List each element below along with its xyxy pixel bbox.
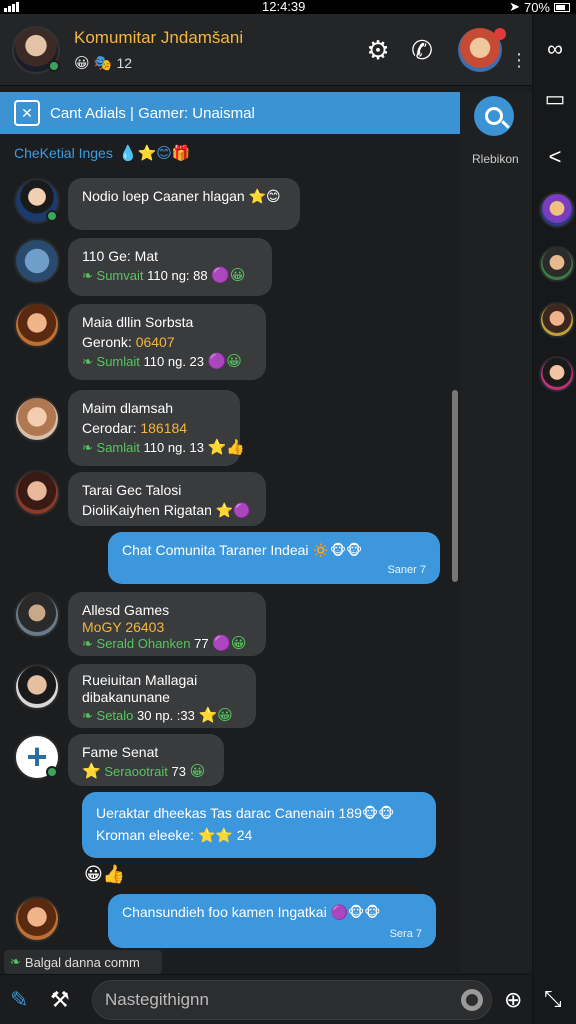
online-indicator <box>46 766 58 778</box>
message-subline: MoGY 26403 <box>82 619 165 635</box>
message-text: Allesd Games <box>82 602 170 618</box>
magic-wand-icon[interactable]: ⚒ <box>50 987 70 1013</box>
message-bubble[interactable]: Nodio loep Caaner hlagan ⭐😊 <box>68 178 300 230</box>
sender-avatar[interactable] <box>14 470 60 516</box>
search-label: Rlebikon <box>472 152 519 166</box>
tags-label[interactable]: CheKetial Inges <box>14 145 113 161</box>
tools-icon[interactable]: ⤡ <box>544 986 562 1012</box>
message-text: Maim dlamsah <box>82 400 174 416</box>
sent-status: Sera 7 <box>389 928 422 940</box>
pen-icon[interactable]: ✎ <box>10 987 28 1013</box>
contact-avatar[interactable] <box>539 192 575 228</box>
sender-avatar[interactable] <box>14 238 60 284</box>
message-meta: ❧ Setalo 30 np. :33 ⭐😀 <box>82 707 233 724</box>
sender-avatar[interactable] <box>14 396 60 442</box>
sender-avatar[interactable] <box>14 664 60 710</box>
location-icon: ➤ <box>509 0 520 14</box>
sent-status: Saner 7 <box>387 564 426 576</box>
message-text: DioliKaiyhen Rigatan ⭐🟣 <box>82 502 251 518</box>
outgoing-message-bubble[interactable]: Chat Comunita Taraner Indeai 🔅🐵🐵 Saner 7 <box>108 532 440 584</box>
status-time: 12:4:39 <box>262 0 306 14</box>
message-text: Kroman eleeke: ⭐⭐ 24 <box>96 827 253 843</box>
leaf-icon: ❧ <box>82 268 93 283</box>
message-bubble[interactable]: Maim dlamsah Cerodar: 186184 ❧ Samlait 1… <box>68 390 245 466</box>
signal-icon <box>4 1 19 12</box>
message-subline: Cerodar: 186184 <box>82 420 188 436</box>
status-bar: 12:4:39 ➤ 70% <box>0 0 576 15</box>
message-text: dibakanunane <box>82 689 170 705</box>
right-sidebar: ∞ ▭ < <box>532 14 576 1024</box>
message-bubble[interactable]: Maia dllin Sorbsta Geronk: 06407 ❧ Sumla… <box>68 304 266 380</box>
settings-gear-icon[interactable]: ⚙ <box>360 32 396 68</box>
search-button[interactable] <box>474 96 514 136</box>
message-meta: ❧ Samlait 110 ng. 13 ⭐👍 <box>82 439 245 456</box>
search-icon <box>485 107 503 125</box>
message-text: Chansundieh foo kamen Ingatkai 🟣🐵🐵 <box>122 904 381 920</box>
message-bubble[interactable]: Rueiuitan Mallagai dibakanunane ❧ Setalo… <box>68 664 256 728</box>
message-meta: ❧ Sumvait 110 ng: 88 🟣😀 <box>82 267 246 284</box>
pill-text: Balgal danna comm <box>24 954 140 970</box>
tv-icon[interactable]: ▭ <box>533 86 576 112</box>
leaf-icon: ❧ <box>10 954 21 969</box>
message-subline: Geronk: 06407 <box>82 334 175 350</box>
contact-avatar[interactable] <box>539 356 575 392</box>
message-text: Ueraktar dheekas Tas darac Canenain 189🐵… <box>96 805 395 821</box>
more-options-icon[interactable]: ⋮ <box>510 50 528 71</box>
battery-icon <box>554 2 570 12</box>
banner-text: Cant Adials | Gamer: Unaismal <box>50 104 255 122</box>
right-panel <box>460 92 532 972</box>
sender-avatar[interactable] <box>14 592 60 638</box>
share-icon[interactable]: < <box>533 144 576 170</box>
message-input-box[interactable] <box>92 980 492 1020</box>
contact-avatar[interactable] <box>539 246 575 282</box>
message-meta: ❧ Serald Ohanken 77 🟣😀 <box>82 635 247 652</box>
online-indicator <box>48 60 60 72</box>
channel-pill[interactable]: ❧ Balgal danna comm <box>4 950 162 974</box>
sender-avatar[interactable] <box>14 896 60 942</box>
chat-subtitle: 😀 🎭 12 <box>74 54 132 72</box>
message-text: 110 Ge: Mat <box>82 248 159 264</box>
contact-avatar[interactable] <box>539 302 575 338</box>
message-text: Tarai Gec Talosi <box>82 482 182 498</box>
tags-emoji: 💧⭐😊🎁 <box>118 145 191 162</box>
message-text: Nodio loep Caaner hlagan ⭐😊 <box>82 188 281 204</box>
outgoing-message-bubble[interactable]: Chansundieh foo kamen Ingatkai 🟣🐵🐵 Sera … <box>108 894 436 948</box>
subtitle-emoji: 😀 🎭 <box>74 55 113 72</box>
member-count: 12 <box>116 55 133 71</box>
message-meta: ❧ Sumlait 110 ng. 23 🟣😀 <box>82 353 242 370</box>
message-input[interactable] <box>105 981 445 1019</box>
message-bubble[interactable]: Fame Senat ⭐ Seraootrait 73 😀 <box>68 734 224 786</box>
battery-percent: 70% <box>523 0 550 15</box>
message-bubble[interactable]: 110 Ge: Mat ❧ Sumvait 110 ng: 88 🟣😀 <box>68 238 272 296</box>
add-circle-icon[interactable]: ⊕ <box>504 987 522 1013</box>
online-indicator <box>46 210 58 222</box>
scrollbar[interactable] <box>452 390 458 582</box>
message-meta: ⭐ Seraootrait 73 😀 <box>82 763 206 780</box>
leaf-icon: ❧ <box>82 708 93 723</box>
tags-row: CheKetial Inges 💧⭐😊🎁 <box>14 144 191 162</box>
leaf-icon: ❧ <box>82 354 93 369</box>
outgoing-message-bubble[interactable]: Ueraktar dheekas Tas darac Canenain 189🐵… <box>82 792 436 858</box>
chat-title[interactable]: Komumitar Jndamšani <box>74 28 243 48</box>
message-text: Fame Senat <box>82 744 159 760</box>
record-icon[interactable] <box>461 989 483 1011</box>
infinity-icon[interactable]: ∞ <box>533 36 576 62</box>
message-reactions[interactable]: 😀👍 <box>84 864 125 885</box>
leaf-icon: ❧ <box>82 636 93 651</box>
sender-avatar[interactable] <box>14 302 60 348</box>
notification-badge <box>494 28 506 40</box>
pinned-banner[interactable]: ✕ Cant Adials | Gamer: Unaismal <box>0 92 460 134</box>
message-text: Rueiuitan Mallagai <box>82 672 198 688</box>
leaf-icon: ❧ <box>82 440 93 455</box>
phone-call-icon[interactable]: ✆ <box>404 32 440 68</box>
chat-header: Komumitar Jndamšani 😀 🎭 12 ⚙ ✆ ⋮ <box>0 14 532 86</box>
message-bubble[interactable]: Tarai Gec Talosi DioliKaiyhen Rigatan ⭐🟣 <box>68 472 266 526</box>
message-text: Chat Comunita Taraner Indeai 🔅🐵🐵 <box>122 542 363 558</box>
message-bubble[interactable]: Allesd Games MoGY 26403 ❧ Serald Ohanken… <box>68 592 266 656</box>
pin-close-icon[interactable]: ✕ <box>14 100 40 126</box>
message-text: Maia dllin Sorbsta <box>82 314 194 330</box>
